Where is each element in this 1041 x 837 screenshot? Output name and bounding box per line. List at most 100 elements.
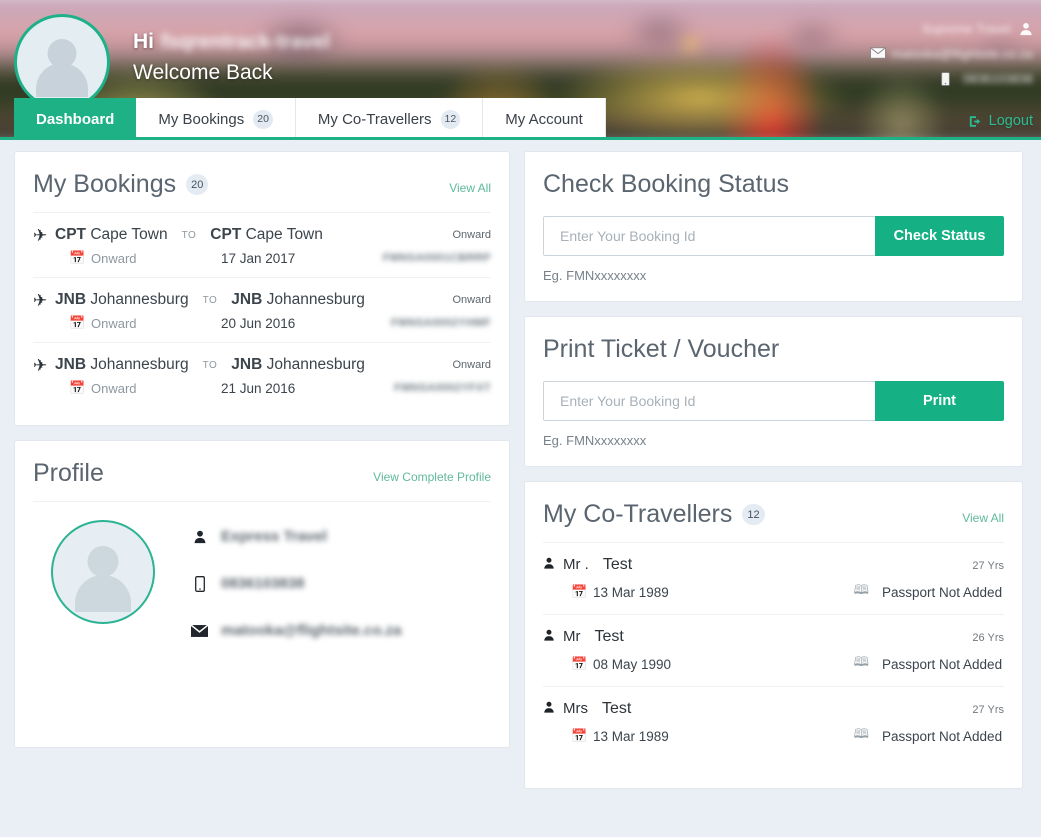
my-co-travellers-card: My Co-Travellers 12 View All Mr . Test 2…: [524, 481, 1023, 789]
booking-destination-city: Johannesburg: [267, 356, 365, 373]
profile-avatar-body-shape: [75, 575, 131, 612]
tab-my-bookings[interactable]: My Bookings 20: [136, 98, 296, 140]
logout-label: Logout: [989, 113, 1033, 129]
cotraveller-name: Test: [595, 628, 624, 646]
cotraveller-age: 27 Yrs: [972, 560, 1004, 572]
envelope-icon: [870, 47, 884, 61]
booking-trip-label: Onward: [91, 316, 221, 331]
booking-reference: FMNSA0002YFXT: [394, 382, 491, 394]
cotraveller-passport-status: Passport Not Added: [882, 657, 1004, 672]
cotraveller-name: Test: [602, 700, 631, 718]
booking-direction: Onward: [452, 294, 491, 306]
tab-my-co-travellers[interactable]: My Co-Travellers 12: [296, 98, 483, 140]
view-complete-profile-link[interactable]: View Complete Profile: [373, 470, 491, 484]
table-row[interactable]: ✈ JNB Johannesburg TO JNB Johannesburg O…: [33, 277, 491, 342]
booking-to-label: TO: [203, 360, 218, 371]
my-co-travellers-view-all-link[interactable]: View All: [962, 511, 1004, 525]
check-booking-status-title: Check Booking Status: [543, 170, 789, 199]
check-status-button[interactable]: Check Status: [875, 216, 1004, 256]
cotraveller-dob: 08 May 1990: [593, 657, 671, 672]
greeting-block: Hi fsqrentrack-travel Welcome Back: [133, 30, 330, 85]
calendar-icon: 📅: [69, 315, 91, 331]
list-item[interactable]: Mr Test 26 Yrs 📅 08 May 1990 🕮 Passport …: [543, 614, 1004, 686]
list-item[interactable]: Mrs Test 27 Yrs 📅 13 Mar 1989 🕮 Passport…: [543, 686, 1004, 758]
right-column: Check Booking Status Check Status Eg. FM…: [524, 151, 1023, 789]
booking-date: 20 Jun 2016: [221, 316, 295, 331]
cotraveller-title: Mrs: [563, 700, 588, 717]
tab-dashboard[interactable]: Dashboard: [14, 98, 136, 140]
booking-trip-label: Onward: [91, 381, 221, 396]
header-company-value: Supreme Travel: [922, 22, 1011, 36]
booking-reference: FMNSA0002YHMF: [391, 317, 491, 329]
booking-destination: JNB Johannesburg: [231, 356, 365, 374]
header-email-value: matooka@flightsite.co.za: [892, 47, 1033, 61]
booking-direction: Onward: [452, 359, 491, 371]
passport-icon: 🕮: [854, 725, 869, 747]
greeting-hi: Hi: [133, 30, 154, 54]
booking-direction: Onward: [452, 229, 491, 241]
booking-trip-label: Onward: [91, 251, 221, 266]
booking-id-status-input[interactable]: [543, 216, 875, 256]
calendar-icon: 📅: [69, 380, 91, 396]
booking-destination-code: CPT: [210, 226, 241, 243]
my-co-travellers-title: My Co-Travellers: [543, 500, 732, 529]
print-button[interactable]: Print: [875, 381, 1004, 421]
my-co-travellers-badge: 12: [742, 504, 764, 525]
profile-email-value: matooka@flightsite.co.za: [221, 622, 402, 639]
tab-my-account-label: My Account: [505, 111, 583, 128]
cotraveller-age: 27 Yrs: [972, 704, 1004, 716]
calendar-icon: 📅: [69, 250, 91, 266]
tab-my-bookings-count: 20: [253, 110, 273, 129]
plane-icon: ✈: [33, 292, 55, 309]
profile-field-email: matooka@flightsite.co.za: [191, 622, 402, 639]
my-bookings-title: My Bookings: [33, 170, 176, 199]
profile-fields: Express Travel 0836103838: [191, 520, 402, 669]
logout-button[interactable]: Logout: [969, 113, 1033, 129]
booking-destination-code: JNB: [231, 291, 262, 308]
envelope-icon: [191, 624, 208, 638]
header-mobile-value: 0836103838: [963, 72, 1033, 86]
greeting-welcome: Welcome Back: [133, 61, 330, 85]
mobile-icon: [941, 72, 955, 86]
booking-to-label: TO: [203, 295, 218, 306]
cotraveller-dob: 13 Mar 1989: [593, 729, 669, 744]
booking-date: 21 Jun 2016: [221, 381, 295, 396]
print-ticket-title: Print Ticket / Voucher: [543, 335, 779, 364]
profile-name-value: Express Travel: [221, 528, 327, 545]
left-column: My Bookings 20 View All ✈ CPT Cape Town …: [14, 151, 510, 789]
avatar[interactable]: [14, 14, 110, 110]
plane-icon: ✈: [33, 357, 55, 374]
booking-id-print-input[interactable]: [543, 381, 875, 421]
header-contact-company: Supreme Travel: [733, 22, 1033, 36]
person-icon: [543, 556, 555, 572]
my-bookings-card: My Bookings 20 View All ✈ CPT Cape Town …: [14, 151, 510, 426]
table-row[interactable]: ✈ CPT Cape Town TO CPT Cape Town Onward …: [33, 212, 491, 277]
mobile-icon: [191, 576, 208, 592]
cotraveller-passport-status: Passport Not Added: [882, 585, 1004, 600]
table-row[interactable]: ✈ JNB Johannesburg TO JNB Johannesburg O…: [33, 342, 491, 407]
booking-origin-city: Johannesburg: [90, 291, 188, 308]
logout-icon: [969, 115, 983, 128]
profile-avatar: [51, 520, 155, 624]
booking-origin-code: JNB: [55, 356, 86, 373]
calendar-icon: 📅: [571, 584, 593, 600]
page-header: Hi fsqrentrack-travel Welcome Back Supre…: [0, 0, 1041, 140]
booking-origin-code: CPT: [55, 226, 86, 243]
list-item[interactable]: Mr . Test 27 Yrs 📅 13 Mar 1989 🕮 Passpor…: [543, 542, 1004, 614]
avatar-body-shape: [36, 63, 88, 97]
calendar-icon: 📅: [571, 728, 593, 744]
cotraveller-title: Mr: [563, 628, 581, 645]
tab-my-bookings-label: My Bookings: [158, 111, 244, 128]
profile-title: Profile: [33, 459, 104, 488]
booking-origin: JNB Johannesburg: [55, 291, 189, 309]
tab-my-co-travellers-label: My Co-Travellers: [318, 111, 432, 128]
greeting-user-name: fsqrentrack-travel: [161, 31, 330, 54]
my-bookings-view-all-link[interactable]: View All: [449, 181, 491, 195]
tab-my-account[interactable]: My Account: [483, 98, 606, 140]
profile-mobile-value: 0836103838: [221, 575, 304, 592]
tab-dashboard-label: Dashboard: [36, 111, 114, 128]
booking-destination-city: Johannesburg: [267, 291, 365, 308]
cotraveller-dob: 13 Mar 1989: [593, 585, 669, 600]
cotraveller-passport-status: Passport Not Added: [882, 729, 1004, 744]
user-icon: [1019, 22, 1033, 36]
